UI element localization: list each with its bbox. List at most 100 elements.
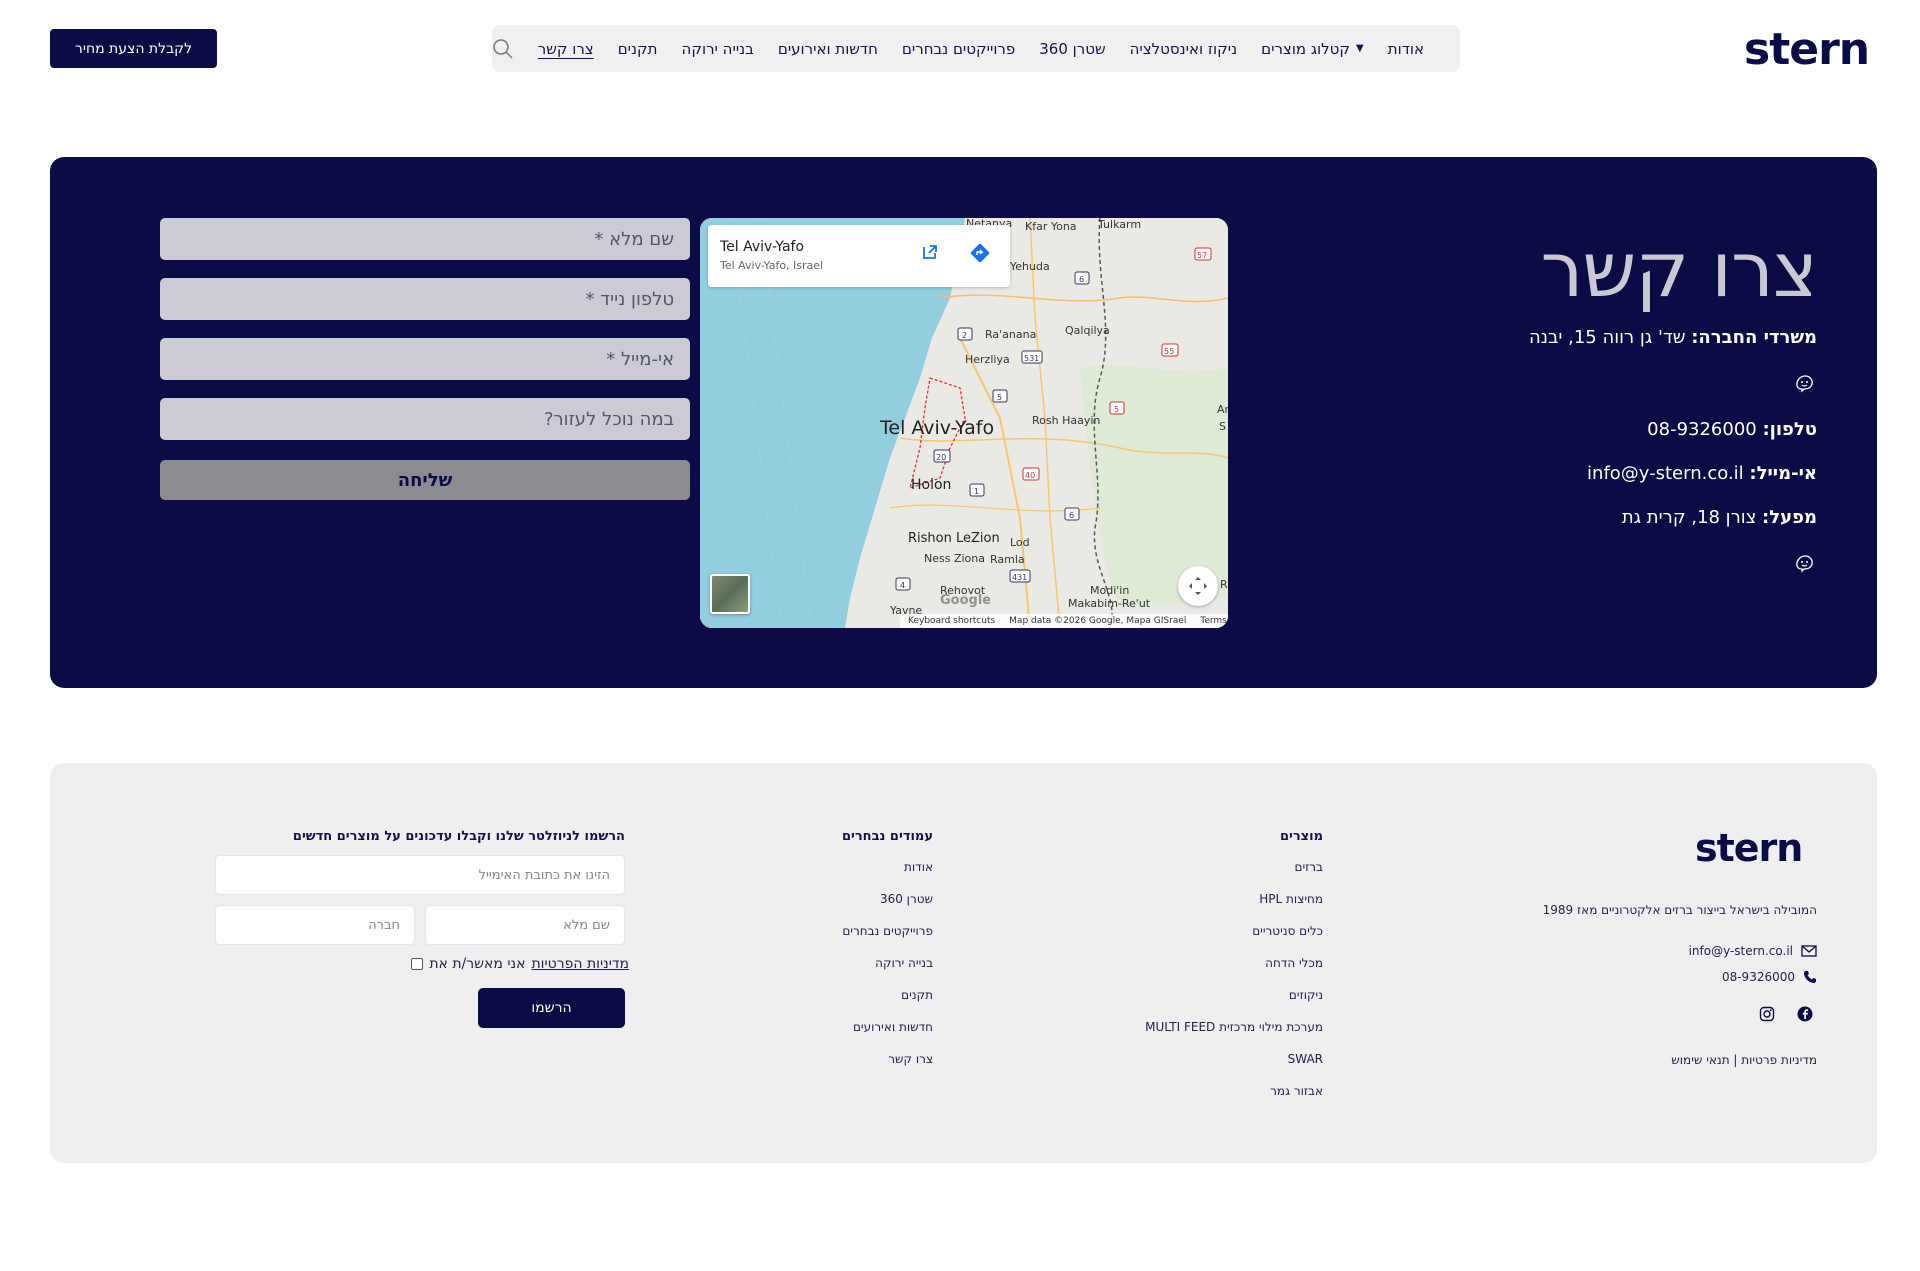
consent-text: אני מאשר/ת את xyxy=(429,956,526,972)
footer-link[interactable]: פרוייקטים נבחרים xyxy=(842,924,933,938)
waze-icon[interactable] xyxy=(1793,553,1815,575)
nav-item-catalog[interactable]: קטלוג מוצרים ▼ xyxy=(1261,40,1364,58)
stern-logo[interactable]: stern xyxy=(1744,24,1872,72)
mail-icon xyxy=(1801,945,1817,957)
stern-logo[interactable]: stern xyxy=(1695,829,1811,867)
products-heading: מוצרים xyxy=(1279,829,1323,844)
svg-text:57: 57 xyxy=(1197,251,1207,260)
factory-line: מפעל: צורן 18, קרית גת xyxy=(1622,507,1817,528)
map-label-modiin: Modi'in xyxy=(1090,584,1129,597)
phone-label: טלפון: xyxy=(1762,419,1817,440)
footer-link[interactable]: SWAR xyxy=(1288,1052,1323,1066)
footer-link[interactable]: חדשות ואירועים xyxy=(853,1020,933,1034)
main-nav: אודות קטלוג מוצרים ▼ ניקוז ואינסטלציה שטר… xyxy=(492,25,1460,72)
map-label-ramla: Ramla xyxy=(990,553,1025,566)
nav-item-drainage[interactable]: ניקוז ואינסטלציה xyxy=(1130,40,1238,58)
svg-text:6: 6 xyxy=(1069,511,1074,520)
road-shield: 57 xyxy=(1194,247,1212,261)
quote-button[interactable]: לקבלת הצעת מחיר xyxy=(50,29,217,68)
map-footer: Keyboard shortcuts Map data ©2026 Google… xyxy=(900,614,1228,628)
map-label-holon: Holon xyxy=(911,477,951,493)
footer-email[interactable]: info@y-stern.co.il xyxy=(1689,944,1793,958)
footer-link[interactable]: ברזים xyxy=(1294,860,1323,874)
map-label-lod: Lod xyxy=(1010,536,1030,549)
svg-text:531: 531 xyxy=(1024,354,1039,363)
newsletter-submit-button[interactable]: הרשמו xyxy=(478,988,625,1028)
nav-item-green-building[interactable]: בנייה ירוקה xyxy=(682,40,754,58)
email-label: אי-מייל: xyxy=(1749,463,1817,484)
social-links xyxy=(1759,1006,1813,1022)
footer-phone-row[interactable]: 08-9326000 xyxy=(1722,970,1817,984)
map-label-rishon: Rishon LeZion xyxy=(908,531,1000,546)
google-logo: Google xyxy=(940,593,990,608)
logo-text: stern xyxy=(1744,24,1869,72)
map-label-tulkarm: Tulkarm xyxy=(1097,218,1141,231)
footer-link[interactable]: אבזור גמר xyxy=(1270,1084,1323,1098)
svg-text:Google: Google xyxy=(940,593,990,608)
full-name-field[interactable]: שם מלא * xyxy=(160,218,690,260)
footer-link[interactable]: כלים סניטריים xyxy=(1252,924,1323,938)
nav-item-stern-360[interactable]: שטרן 360 xyxy=(1039,40,1105,58)
phone-value[interactable]: 08-9326000 xyxy=(1647,419,1757,440)
fullscreen-icon[interactable] xyxy=(1178,566,1218,606)
newsletter-email-input[interactable]: הזינו את כתובת האימייל xyxy=(215,855,625,895)
newsletter-name-input[interactable]: שם מלא xyxy=(425,905,625,945)
footer-email-row[interactable]: info@y-stern.co.il xyxy=(1689,944,1817,958)
nav-item-contact[interactable]: צרו קשר xyxy=(538,40,594,58)
privacy-policy-link[interactable]: מדיניות הפרטיות xyxy=(531,956,629,972)
offices-label: משרדי החברה: xyxy=(1691,327,1817,348)
svg-text:1: 1 xyxy=(974,487,979,496)
footer-link[interactable]: ניקוזים xyxy=(1289,988,1323,1002)
email-value[interactable]: info@y-stern.co.il xyxy=(1587,463,1744,484)
newsletter-company-input[interactable]: חברה xyxy=(215,905,415,945)
factory-label: מפעל: xyxy=(1762,507,1817,528)
svg-text:5: 5 xyxy=(997,393,1002,402)
map-layer-toggle[interactable] xyxy=(710,574,750,614)
search-icon[interactable] xyxy=(492,38,514,60)
contact-section: צרו קשר משרדי החברה: שד' גן רווה 15, יבנ… xyxy=(50,157,1877,688)
map-place-title: Tel Aviv-Yafo xyxy=(720,239,805,255)
map-keyboard-shortcuts[interactable]: Keyboard shortcuts xyxy=(908,616,995,626)
consent-checkbox[interactable] xyxy=(411,958,424,970)
send-button[interactable]: שליחה xyxy=(160,460,690,500)
map-place-subtitle: Tel Aviv-Yafo, Israel xyxy=(720,259,824,272)
nav-item-projects[interactable]: פרוייקטים נבחרים xyxy=(902,40,1015,58)
footer-link[interactable]: מכלי הדחה xyxy=(1265,956,1323,970)
phone-line: טלפון: 08-9326000 xyxy=(1647,419,1817,440)
footer-link[interactable]: שטרן 360 xyxy=(880,892,933,906)
legal-links[interactable]: מדיניות פרטיות | תנאי שימוש xyxy=(1671,1053,1817,1067)
newsletter-consent: אני מאשר/ת את מדיניות הפרטיות xyxy=(411,956,629,972)
google-map[interactable]: Netanya Kfar Yona Tulkarm Yehuda Ra'anan… xyxy=(700,218,1228,628)
directions-icon[interactable] xyxy=(970,243,990,263)
map-terms[interactable]: Terms xyxy=(1200,616,1227,626)
footer-link[interactable]: תקנים xyxy=(901,988,933,1002)
svg-text:20: 20 xyxy=(936,453,946,462)
mobile-field[interactable]: טלפון נייד * xyxy=(160,278,690,320)
footer-phone[interactable]: 08-9326000 xyxy=(1722,970,1795,984)
instagram-icon[interactable] xyxy=(1759,1006,1775,1022)
footer-link[interactable]: צרו קשר xyxy=(888,1052,933,1066)
email-field[interactable]: אי-מייל * xyxy=(160,338,690,380)
footer-link[interactable]: מחיצות HPL xyxy=(1259,892,1323,906)
road-shield: 431 xyxy=(1009,569,1031,583)
featured-heading: עמודים נבחרים xyxy=(841,829,933,844)
chevron-down-icon: ▼ xyxy=(1356,43,1364,54)
offices-value: שד' גן רווה 15, יבנה xyxy=(1528,327,1686,348)
road-shield: 531 xyxy=(1021,350,1043,364)
factory-value: צורן 18, קרית גת xyxy=(1621,507,1757,528)
nav-item-about[interactable]: אודות xyxy=(1388,40,1424,58)
road-shield: 5 xyxy=(992,389,1008,403)
footer-link[interactable]: מערכת מילוי מרכזית MULTI FEED xyxy=(1145,1020,1323,1034)
open-external-icon[interactable] xyxy=(921,243,939,261)
facebook-icon[interactable] xyxy=(1797,1006,1813,1022)
footer-link[interactable]: בנייה ירוקה xyxy=(875,956,933,970)
waze-icon[interactable] xyxy=(1793,373,1815,395)
map-label-s: S xyxy=(1219,420,1226,433)
help-field[interactable]: במה נוכל לעזור? xyxy=(160,398,690,440)
map-label-makabim: Makabim-Re'ut xyxy=(1068,597,1151,610)
footer-link[interactable]: אודות xyxy=(904,860,933,874)
nav-item-standards[interactable]: תקנים xyxy=(618,40,658,58)
map-label-kfar-yona: Kfar Yona xyxy=(1025,220,1077,233)
road-shield: 6 xyxy=(1074,271,1090,285)
nav-item-news[interactable]: חדשות ואירועים xyxy=(778,40,878,58)
